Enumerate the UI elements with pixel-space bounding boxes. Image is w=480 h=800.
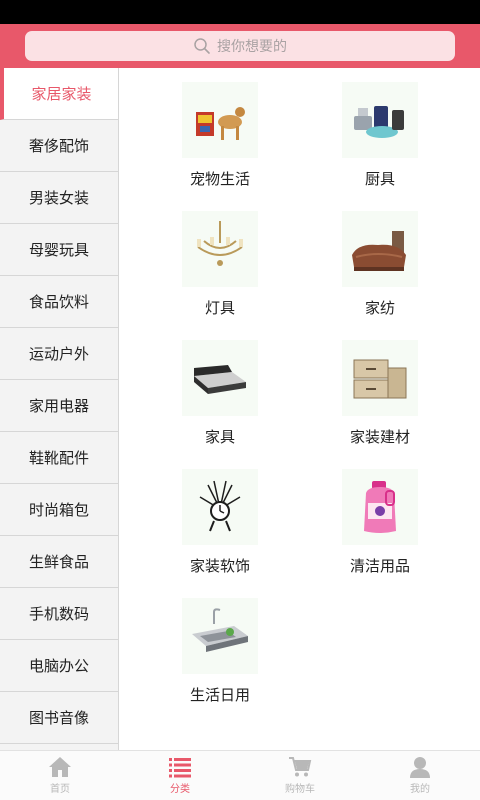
detergent-icon <box>364 481 396 533</box>
subcategory-item[interactable]: 厨具 <box>300 82 460 211</box>
cookware-icon <box>354 106 404 138</box>
sidebar-item-luxury[interactable]: 奢侈配饰 <box>0 120 118 172</box>
subcategory-label: 宠物生活 <box>189 170 250 188</box>
subcategory-thumb <box>182 469 258 545</box>
tab-profile[interactable]: 我的 <box>360 751 480 800</box>
subcategory-item[interactable]: 清洁用品 <box>300 469 460 598</box>
sidebar-item-baby-toys[interactable]: 母婴玩具 <box>0 224 118 276</box>
sidebar-item-books[interactable]: 图书音像 <box>0 692 118 744</box>
sink-icon <box>192 608 248 652</box>
sidebar-item-bags[interactable]: 时尚箱包 <box>0 484 118 536</box>
tab-cart[interactable]: 购物车 <box>240 751 360 800</box>
chandelier-icon <box>197 221 243 266</box>
sidebar-item-office[interactable]: 电脑办公 <box>0 640 118 692</box>
bedding-icon <box>352 231 406 271</box>
subcategory-label: 家具 <box>204 428 235 446</box>
subcategory-thumb <box>182 82 258 158</box>
cart-icon <box>289 757 312 777</box>
subcategory-label: 家纺 <box>364 299 395 317</box>
furniture-icon <box>194 365 246 394</box>
tab-category-label: 分类 <box>170 784 190 795</box>
sidebar-item-clothing[interactable]: 男装女装 <box>0 172 118 224</box>
user-icon <box>410 757 430 778</box>
bottom-tab-bar: 首页 分类 购物车 我的 <box>0 750 480 800</box>
subcategory-item[interactable]: 家装建材 <box>300 340 460 469</box>
subcategory-thumb <box>342 469 418 545</box>
home-icon <box>49 757 71 777</box>
tab-profile-label: 我的 <box>410 784 430 795</box>
sidebar-item-appliances[interactable]: 家用电器 <box>0 380 118 432</box>
subcategory-panel: 宠物生活 厨具 灯具 家纺 家具 家装建材 家装软饰 清洁用品 生活日用 <box>120 68 480 750</box>
status-bar <box>0 0 480 24</box>
sidebar-item-shoes[interactable]: 鞋靴配件 <box>0 432 118 484</box>
subcategory-thumb <box>182 598 258 674</box>
subcategory-thumb <box>182 211 258 287</box>
subcategory-label: 生活日用 <box>189 686 250 704</box>
subcategory-thumb <box>342 211 418 287</box>
list-icon <box>169 758 191 778</box>
subcategory-item[interactable]: 灯具 <box>140 211 300 340</box>
drawer-cabinet-icon <box>353 359 407 399</box>
subcategory-label: 清洁用品 <box>349 557 410 575</box>
sidebar-item-home-furnishing[interactable]: 家居家装 <box>0 68 118 120</box>
sidebar-item-fresh-food[interactable]: 生鲜食品 <box>0 536 118 588</box>
subcategory-item[interactable]: 家装软饰 <box>140 469 300 598</box>
sidebar-item-food-drinks[interactable]: 食品饮料 <box>0 276 118 328</box>
subcategory-label: 家装软饰 <box>189 557 250 575</box>
subcategory-item[interactable]: 宠物生活 <box>140 82 300 211</box>
sidebar-item-sports[interactable]: 运动户外 <box>0 328 118 380</box>
sidebar-item-digital[interactable]: 手机数码 <box>0 588 118 640</box>
subcategory-item[interactable]: 家具 <box>140 340 300 469</box>
subcategory-thumb <box>182 340 258 416</box>
category-sidebar: 家居家装 奢侈配饰 男装女装 母婴玩具 食品饮料 运动户外 家用电器 鞋靴配件 … <box>0 68 119 750</box>
subcategory-label: 家装建材 <box>349 428 410 446</box>
search-bar[interactable]: 搜你想要的 <box>25 31 455 61</box>
subcategory-label: 灯具 <box>204 299 235 317</box>
subcategory-label: 厨具 <box>364 170 395 188</box>
subcategory-item[interactable]: 生活日用 <box>140 598 300 727</box>
tab-cart-label: 购物车 <box>285 784 315 795</box>
search-icon <box>194 38 210 54</box>
subcategory-item[interactable]: 家纺 <box>300 211 460 340</box>
tab-home[interactable]: 首页 <box>0 751 120 800</box>
search-placeholder: 搜你想要的 <box>217 39 287 55</box>
decor-clock-icon <box>199 480 241 532</box>
tab-home-label: 首页 <box>50 784 70 795</box>
header: 搜你想要的 <box>0 24 480 68</box>
pet-icon <box>196 107 245 140</box>
subcategory-thumb <box>342 340 418 416</box>
subcategory-thumb <box>342 82 418 158</box>
tab-category[interactable]: 分类 <box>120 751 240 800</box>
